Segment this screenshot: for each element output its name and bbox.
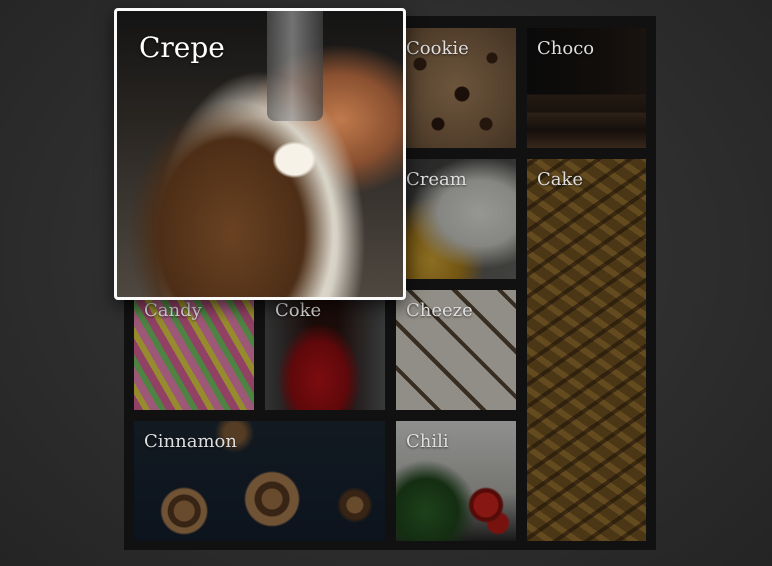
tile-cookie[interactable]: Cookie bbox=[396, 28, 516, 148]
tile-label: Cinnamon bbox=[144, 431, 237, 452]
tile-label: Choco bbox=[537, 38, 595, 59]
tile-cinnamon[interactable]: Cinnamon bbox=[134, 421, 385, 541]
tile-label: Cookie bbox=[406, 38, 469, 59]
tile-label: Cake bbox=[537, 169, 584, 190]
tile-cheeze[interactable]: Cheeze bbox=[396, 290, 516, 410]
tile-cake[interactable]: Cake bbox=[527, 159, 646, 541]
tile-label: Chili bbox=[406, 431, 449, 452]
tile-chili[interactable]: Chili bbox=[396, 421, 516, 541]
tile-label: Cheeze bbox=[406, 300, 473, 321]
tile-cream[interactable]: Cream bbox=[396, 159, 516, 279]
tile-label: Coke bbox=[275, 300, 322, 321]
tile-label: Candy bbox=[144, 300, 202, 321]
tile-label: Cream bbox=[406, 169, 467, 190]
jug-image bbox=[267, 11, 323, 121]
tile-coke[interactable]: Coke bbox=[265, 290, 385, 410]
tile-label: Crepe bbox=[139, 31, 225, 64]
tile-choco[interactable]: Choco bbox=[527, 28, 646, 148]
tile-crepe-highlighted[interactable]: Crepe bbox=[114, 8, 406, 300]
tile-candy[interactable]: Candy bbox=[134, 290, 254, 410]
